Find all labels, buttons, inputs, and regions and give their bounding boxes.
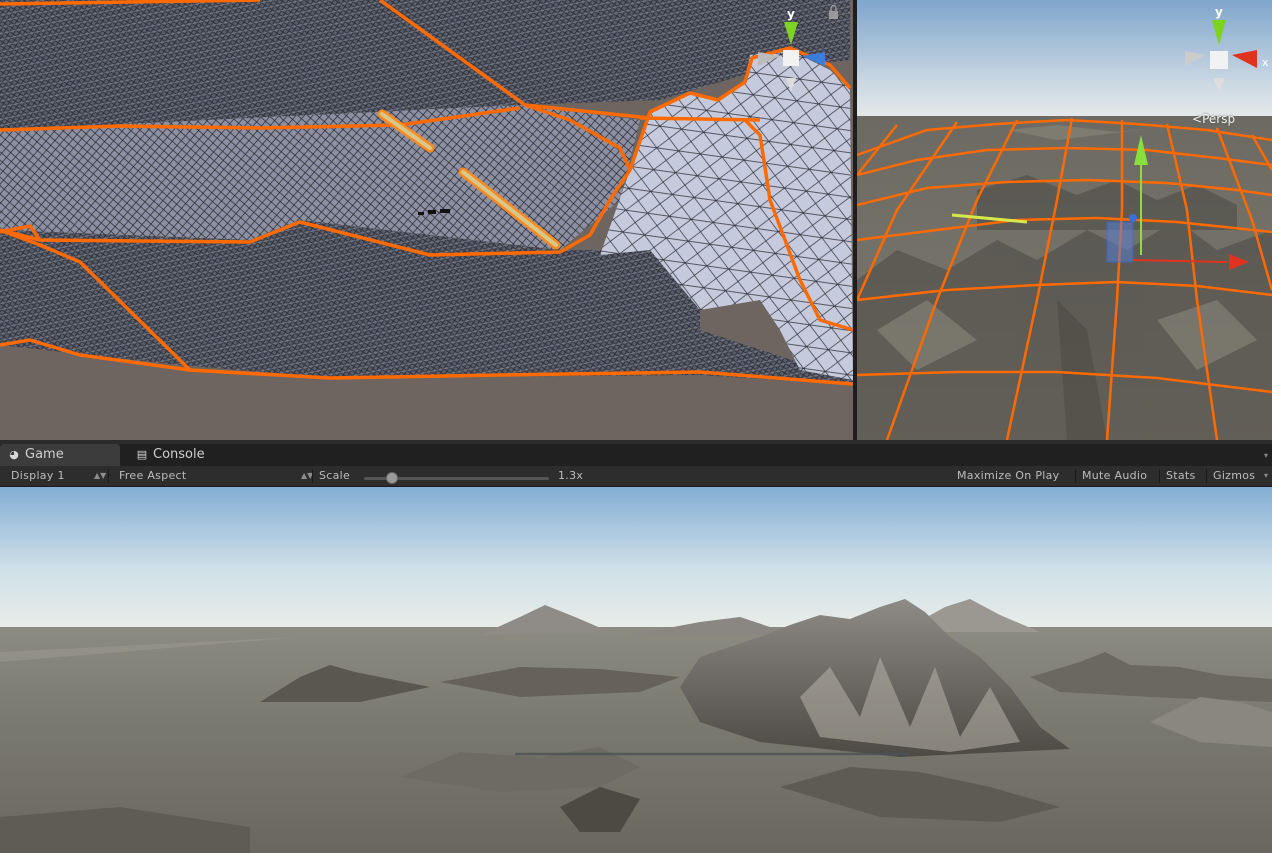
- game-render: [0, 487, 1272, 853]
- perspective-terrain: y x: [857, 0, 1272, 440]
- maximize-on-play-toggle[interactable]: Maximize On Play: [957, 466, 1059, 486]
- aspect-select[interactable]: Free Aspect: [119, 466, 309, 486]
- svg-text:y: y: [1215, 5, 1223, 19]
- svg-text:x: x: [1262, 56, 1269, 69]
- scale-value: 1.3x: [558, 469, 584, 482]
- scale-label: Scale: [319, 469, 351, 482]
- wireframe-terrain: y: [0, 0, 853, 440]
- tab-bar: ◕ Game ▤ Console ▾: [0, 444, 1272, 466]
- game-controller-icon: ◕: [9, 448, 19, 461]
- game-view[interactable]: [0, 487, 1272, 853]
- chevron-down-icon[interactable]: ▾: [1264, 466, 1268, 486]
- chevron-updown-icon: ▲▼: [94, 471, 107, 480]
- panel-menu-icon[interactable]: ▾: [1264, 452, 1270, 460]
- mute-audio-toggle[interactable]: Mute Audio: [1082, 466, 1147, 486]
- scene-view-wireframe[interactable]: y: [0, 0, 853, 440]
- game-toolbar: Display 1 ▲▼ Free Aspect ▲▼ Scale 1.3x M…: [0, 466, 1272, 487]
- tab-console[interactable]: ▤ Console: [128, 444, 238, 466]
- scale-slider-thumb[interactable]: [386, 472, 398, 484]
- back-arrow-icon: <: [1192, 112, 1203, 126]
- tab-game[interactable]: ◕ Game: [0, 444, 120, 466]
- console-icon: ▤: [136, 448, 148, 461]
- stats-toggle[interactable]: Stats: [1166, 466, 1196, 486]
- gizmos-dropdown[interactable]: Gizmos: [1213, 466, 1255, 486]
- scene-view-perspective[interactable]: y x <Persp: [857, 0, 1272, 440]
- projection-label[interactable]: <Persp: [1192, 112, 1235, 126]
- svg-text:y: y: [787, 7, 795, 21]
- display-select[interactable]: Display 1: [11, 466, 103, 486]
